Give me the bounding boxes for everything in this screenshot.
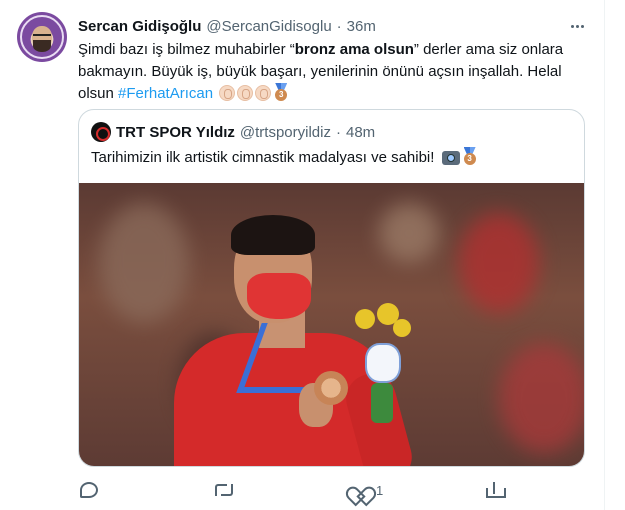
tweet-timestamp[interactable]: 36m xyxy=(347,18,376,35)
reply-button[interactable] xyxy=(80,479,106,501)
bronze-medal xyxy=(314,371,348,405)
retweet-button[interactable] xyxy=(214,479,242,501)
tweet-header: Sercan Gidişoğlu @SercanGidisoglu · 36m xyxy=(78,16,376,36)
author-avatar[interactable] xyxy=(17,12,67,62)
quoted-tweet-timestamp: 48m xyxy=(345,123,376,141)
victory-bouquet xyxy=(347,303,417,433)
separator-dot: · xyxy=(335,123,341,141)
clapping-hands-icon xyxy=(237,85,254,101)
tweet[interactable]: Sercan Gidişoğlu @SercanGidisoglu · 36m … xyxy=(0,0,605,510)
like-count: 1 xyxy=(376,482,384,498)
quoted-tweet-header: TRT SPOR Yıldız @trtsporyildiz · 48m xyxy=(91,122,375,142)
retweet-icon xyxy=(214,483,234,497)
quoted-author-handle: @trtsporyildiz xyxy=(239,123,331,141)
more-dot xyxy=(580,24,584,28)
quoted-tweet-text: Tarihimizin ilk artistik cimnastik madal… xyxy=(91,147,478,169)
author-name[interactable]: Sercan Gidişoğlu xyxy=(78,18,201,35)
hashtag-link[interactable]: #FerhatArıcan xyxy=(118,85,213,102)
separator-dot: · xyxy=(336,17,342,35)
bouquet-flower xyxy=(393,319,411,337)
bouquet-mascot xyxy=(365,343,401,383)
camera-with-flash-icon xyxy=(441,151,460,165)
quoted-tweet[interactable]: TRT SPOR Yıldız @trtsporyildiz · 48m Tar… xyxy=(78,109,585,467)
avatar-beard xyxy=(33,40,51,52)
bouquet-flower xyxy=(355,309,375,329)
share-button[interactable] xyxy=(486,479,510,501)
photo-background-blur xyxy=(459,213,539,313)
avatar-glasses xyxy=(33,34,51,39)
clapping-hands-icon xyxy=(219,85,236,101)
bouquet-stem xyxy=(371,383,393,423)
tweet-text-part: Şimdi bazı iş bilmez muhabirler “ xyxy=(78,41,295,58)
photo-background-blur xyxy=(499,343,584,453)
more-dot xyxy=(575,24,579,28)
third-place-medal-icon xyxy=(273,83,289,101)
tweet-actions: 1 xyxy=(78,479,508,501)
heart-icon xyxy=(350,482,368,498)
reply-icon xyxy=(80,482,98,498)
tweet-text: Şimdi bazı iş bilmez muhabirler “bronz a… xyxy=(78,39,588,105)
clapping-hands-icon xyxy=(255,85,272,101)
third-place-medal-icon xyxy=(462,147,478,165)
tweet-text-bold: bronz ama olsun xyxy=(294,41,414,58)
tweet-photo[interactable] xyxy=(79,183,584,466)
like-button[interactable]: 1 xyxy=(350,479,383,501)
athlete-face-mask xyxy=(247,273,311,319)
quoted-text-content: Tarihimizin ilk artistik cimnastik madal… xyxy=(91,149,439,166)
athlete-hair xyxy=(231,215,315,255)
quoted-author-name: TRT SPOR Yıldız xyxy=(116,123,235,141)
author-handle[interactable]: @SercanGidisoglu xyxy=(206,18,331,35)
share-icon xyxy=(486,482,506,498)
more-options-icon[interactable] xyxy=(566,16,588,36)
more-dot xyxy=(570,24,574,28)
quoted-author-avatar xyxy=(91,122,111,142)
